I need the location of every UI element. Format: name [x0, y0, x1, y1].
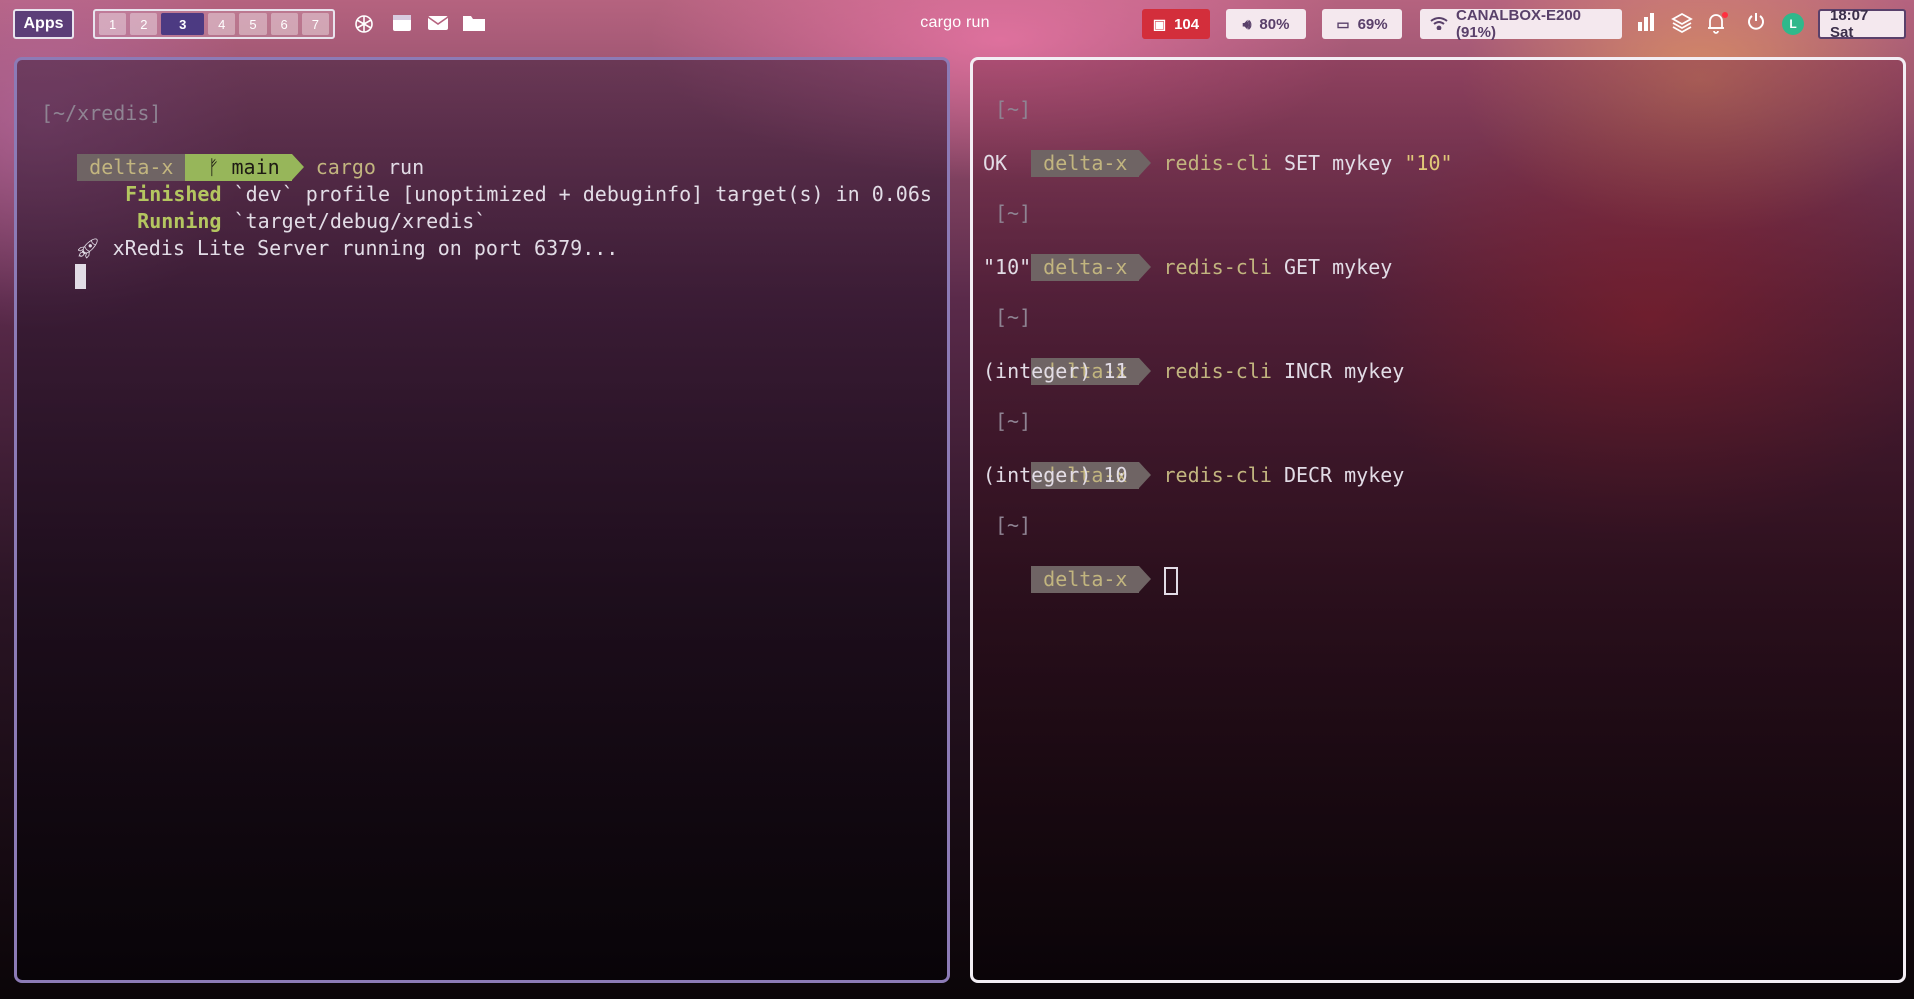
workspace-6-button[interactable]: 6: [270, 13, 298, 35]
folder-icon[interactable]: [462, 12, 486, 36]
command-name: redis-cli: [1163, 151, 1272, 175]
prompt-host: delta-x: [1031, 566, 1140, 593]
wifi-icon: [1430, 16, 1448, 33]
server-text: xRedis Lite Server running on port 6379.…: [112, 236, 619, 260]
bell-icon[interactable]: [1704, 12, 1728, 36]
workspace-4-button[interactable]: 4: [208, 13, 236, 35]
cwd-line: [~/xredis]: [41, 101, 162, 125]
avatar-icon[interactable]: L: [1782, 13, 1804, 35]
prompt-separator-icon: [1139, 150, 1152, 176]
command-args: GET mykey: [1283, 255, 1393, 279]
packages-indicator[interactable]: ▣ 104: [1142, 9, 1210, 39]
window-title: cargo run: [920, 14, 990, 31]
text-cursor: [75, 264, 87, 289]
top-bar: Apps 1 2 3 4 5 6 7 cargo run ▣ 104 🔊︎ 80…: [0, 0, 1914, 48]
text-cursor: [1163, 566, 1178, 595]
cwd-line: [~]: [995, 201, 1032, 225]
prompt-host: delta-x: [1031, 150, 1140, 177]
openai-icon[interactable]: [352, 12, 376, 36]
command-output: "10": [983, 255, 1032, 279]
finished-line: Finished `dev` profile [unoptimized + de…: [77, 154, 932, 206]
workspace-7-button[interactable]: 7: [301, 13, 329, 35]
calendar-icon[interactable]: [390, 12, 414, 36]
power-icon[interactable]: [1744, 12, 1768, 36]
packages-count: 104: [1174, 15, 1200, 33]
command-name: redis-cli: [1163, 463, 1272, 487]
command-name: redis-cli: [1163, 255, 1272, 279]
battery-value: 69%: [1357, 15, 1388, 33]
right-terminal-window[interactable]: [~] delta-x redis-cli SET mykey "10" OK …: [970, 57, 1906, 983]
prompt-line: delta-x ᚠ main cargo run: [29, 127, 424, 181]
prompt-separator-icon: [1139, 462, 1152, 488]
package-icon: ▣: [1152, 15, 1167, 32]
apps-button[interactable]: Apps: [13, 9, 74, 39]
battery-indicator[interactable]: ▭ 69%: [1322, 9, 1402, 39]
workspace-1-button[interactable]: 1: [99, 13, 127, 35]
clock[interactable]: 18:07 Sat: [1818, 7, 1906, 41]
prompt-line: delta-x redis-cli INCR mykey: [983, 331, 1404, 385]
running-line: Running `target/debug/xredis`: [89, 181, 486, 233]
notification-dot: [1722, 12, 1728, 18]
cwd-line: [~]: [995, 97, 1032, 121]
left-terminal-window[interactable]: [~/xredis] delta-x ᚠ main cargo run Finis…: [14, 57, 950, 983]
cwd-line: [~]: [995, 513, 1032, 537]
prompt-line: delta-x: [983, 539, 1178, 595]
command-output: OK: [983, 151, 1008, 175]
prompt-line: delta-x redis-cli SET mykey "10": [983, 123, 1453, 177]
volume-indicator[interactable]: 🔊︎ 80%: [1226, 9, 1306, 39]
prompt-separator-icon: [1139, 254, 1152, 280]
prompt-separator-icon: [1139, 566, 1152, 592]
mail-icon[interactable]: [426, 12, 450, 36]
server-line: 🚀︎ xRedis Lite Server running on port 63…: [27, 208, 618, 260]
command-output: (integer) 10: [983, 463, 1128, 487]
command-args: DECR mykey: [1283, 463, 1405, 487]
volume-value: 80%: [1259, 15, 1290, 33]
cursor-line: [27, 235, 87, 289]
battery-icon: ▭: [1336, 15, 1350, 32]
chart-icon[interactable]: [1634, 12, 1658, 36]
workspace-3-button[interactable]: 3: [161, 13, 205, 35]
cwd-line: [~]: [995, 305, 1032, 329]
prompt-line: delta-x redis-cli GET mykey: [983, 227, 1392, 281]
wifi-network: CANALBOX-E200 (91%): [1456, 7, 1582, 41]
command-args: INCR mykey: [1283, 359, 1405, 383]
wifi-indicator[interactable]: CANALBOX-E200 (91%): [1420, 7, 1622, 41]
prompt-separator-icon: [1139, 358, 1152, 384]
cwd-line: [~]: [995, 409, 1032, 433]
command-name: redis-cli: [1163, 359, 1272, 383]
command-string: "10": [1404, 151, 1453, 175]
speaker-icon: 🔊︎: [1242, 15, 1252, 32]
workspace-switcher: 1 2 3 4 5 6 7: [93, 9, 335, 39]
workspace-2-button[interactable]: 2: [130, 13, 158, 35]
workspace-5-button[interactable]: 5: [239, 13, 267, 35]
prompt-host: delta-x: [1031, 254, 1140, 281]
layers-icon[interactable]: [1670, 12, 1694, 36]
command-args: SET mykey: [1283, 151, 1393, 175]
command-output: (integer) 11: [983, 359, 1128, 383]
prompt-line: delta-x redis-cli DECR mykey: [983, 435, 1404, 489]
